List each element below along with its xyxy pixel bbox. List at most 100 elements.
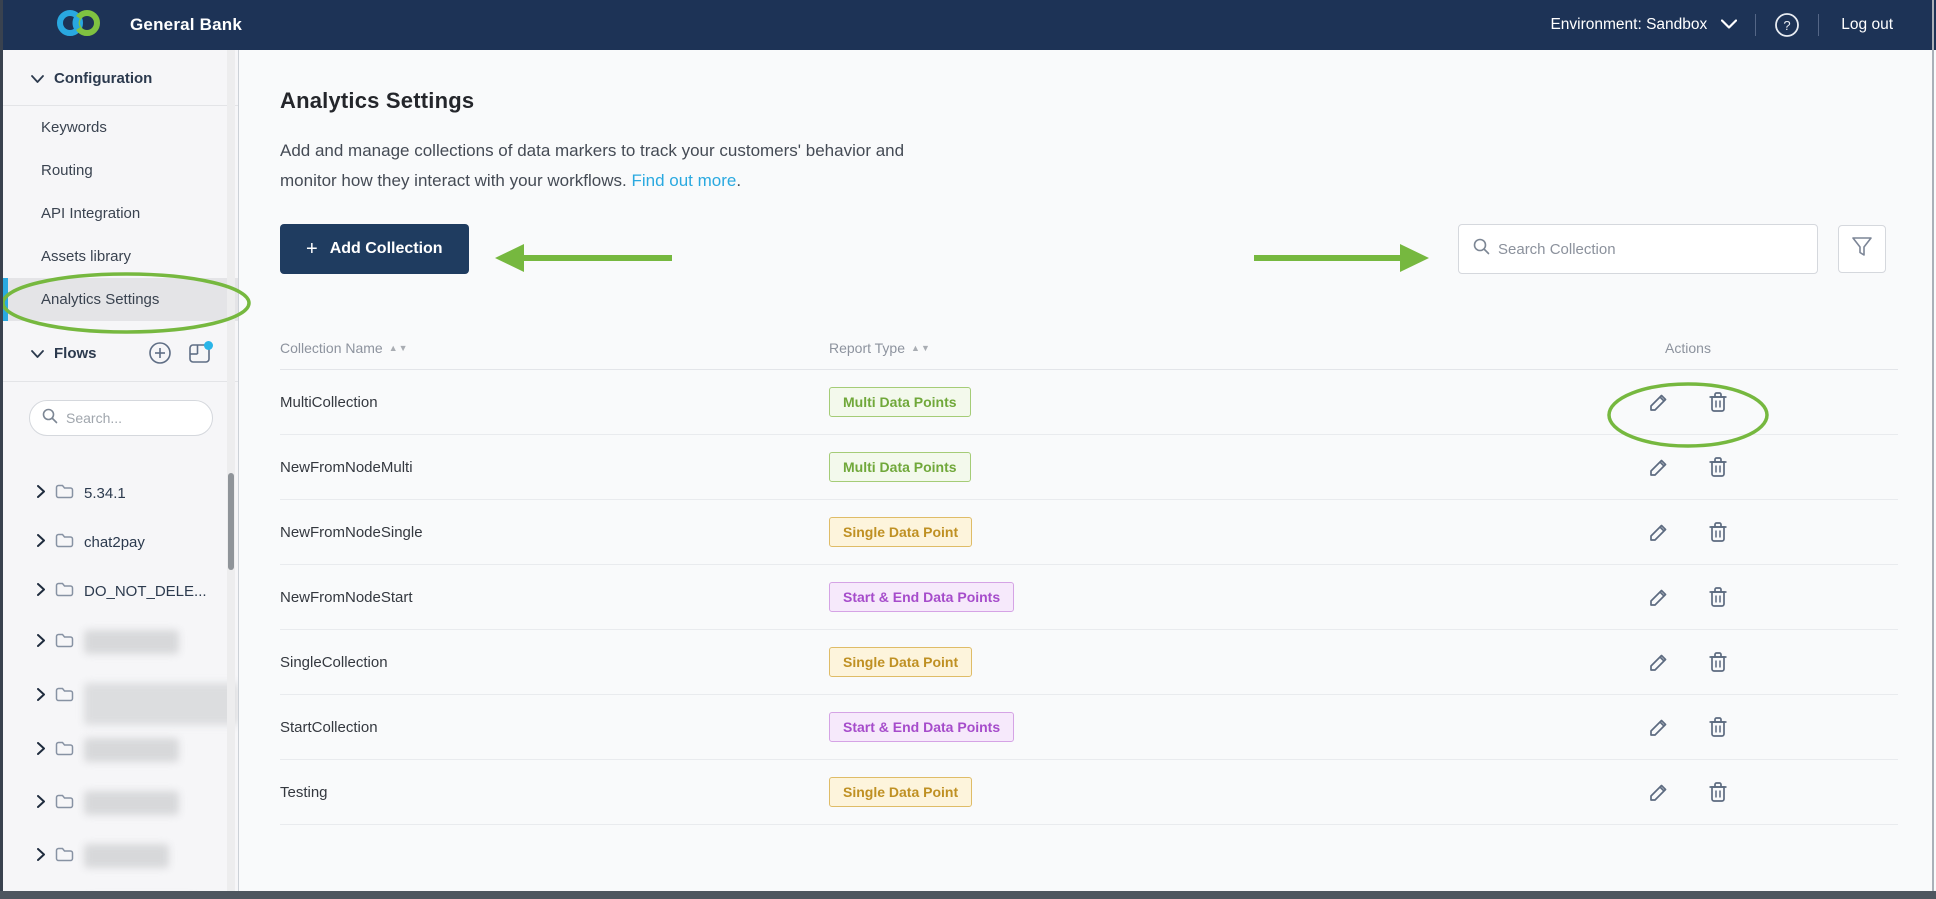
chevron-right-icon[interactable] [37, 741, 45, 759]
delete-icon[interactable] [1708, 521, 1728, 543]
edit-icon[interactable] [1648, 521, 1670, 543]
chevron-right-icon[interactable] [37, 484, 45, 502]
chevron-right-icon[interactable] [37, 633, 45, 651]
environment-selector[interactable]: Environment: Sandbox [1550, 16, 1738, 34]
plus-icon: + [306, 237, 318, 260]
flows-search-input[interactable] [66, 410, 186, 426]
flows-tree: 5.34.1 chat2pay DO_NOT_DELE... [3, 472, 238, 891]
app-window: General Bank Environment: Sandbox ? Log … [0, 0, 1936, 899]
chevron-right-icon[interactable] [37, 847, 45, 865]
help-icon[interactable]: ? [1774, 12, 1800, 38]
sort-icon[interactable]: ▲▼ [389, 343, 409, 353]
report-type-cell: Multi Data Points [829, 387, 1548, 417]
chevron-right-icon[interactable] [37, 582, 45, 600]
page-description: Add and manage collections of data marke… [280, 136, 1936, 196]
actions-cell [1548, 586, 1898, 608]
window-border-bottom [0, 891, 1936, 899]
actions-cell [1548, 781, 1898, 803]
find-out-more-link[interactable]: Find out more [631, 171, 736, 190]
flows-section-label: Flows [54, 344, 97, 362]
logout-button[interactable]: Log out [1837, 16, 1893, 34]
delete-icon[interactable] [1708, 586, 1728, 608]
flow-folder-row-redacted[interactable] [3, 780, 238, 826]
folder-icon [55, 532, 74, 552]
edit-icon[interactable] [1648, 391, 1670, 413]
filter-button[interactable] [1838, 225, 1886, 273]
chevron-right-icon[interactable] [37, 687, 45, 705]
flow-folder-row-redacted[interactable] [3, 619, 238, 665]
chevron-right-icon[interactable] [37, 794, 45, 812]
window-border-right [1932, 0, 1934, 899]
flow-folder-row-redacted[interactable] [3, 727, 238, 773]
delete-icon[interactable] [1708, 781, 1728, 803]
flows-section-header[interactable]: Flows [3, 321, 238, 382]
table-row-newfromnodestart: NewFromNodeStart Start & End Data Points [280, 565, 1898, 630]
filter-icon [1851, 236, 1873, 263]
collections-table: Collection Name ▲▼ Report Type ▲▼ Action… [280, 326, 1898, 825]
sidebar-scrollbar-thumb[interactable] [228, 473, 234, 570]
sidebar-item-analytics-settings[interactable]: Analytics Settings [3, 278, 238, 321]
chevron-right-icon[interactable] [37, 533, 45, 551]
window-border-left [0, 0, 3, 899]
delete-icon[interactable] [1708, 456, 1728, 478]
description-period: . [736, 171, 742, 190]
add-flow-icon[interactable] [148, 341, 172, 365]
flow-folder-row-chat2pay[interactable]: chat2pay [3, 521, 238, 563]
sort-icon[interactable]: ▲▼ [911, 343, 931, 353]
configuration-section-label: Configuration [54, 70, 153, 87]
table-row-newfromnodemulti: NewFromNodeMulti Multi Data Points [280, 435, 1898, 500]
edit-icon[interactable] [1648, 651, 1670, 673]
report-type-badge: Single Data Point [829, 517, 973, 547]
actions-cell [1548, 651, 1898, 673]
sidebar-item-keywords[interactable]: Keywords [3, 106, 238, 149]
collection-search-input[interactable] [1498, 240, 1803, 258]
search-icon [1473, 238, 1490, 260]
flow-folder-row-5-34-1[interactable]: 5.34.1 [3, 472, 238, 514]
collection-search[interactable] [1458, 224, 1818, 274]
delete-icon[interactable] [1708, 391, 1728, 413]
table-body: MultiCollection Multi Data Points NewFromN… [280, 370, 1898, 825]
report-type-cell: Single Data Point [829, 517, 1548, 547]
edit-icon[interactable] [1648, 456, 1670, 478]
folder-icon [55, 483, 74, 503]
flow-folder-row-redacted[interactable] [3, 833, 238, 879]
flow-templates-icon[interactable] [188, 341, 214, 365]
description-line2: monitor how they interact with your work… [280, 171, 632, 190]
delete-icon[interactable] [1708, 716, 1728, 738]
flows-toolbar [148, 341, 214, 365]
top-navbar: General Bank Environment: Sandbox ? Log … [0, 0, 1936, 50]
report-type-badge: Multi Data Points [829, 387, 971, 417]
column-header-collection-name[interactable]: Collection Name ▲▼ [280, 340, 829, 356]
sidebar-item-api-integration[interactable]: API Integration [3, 192, 238, 235]
sidebar-scrollbar-track[interactable] [227, 50, 235, 891]
folder-label-redacted [84, 844, 169, 868]
edit-icon[interactable] [1648, 586, 1670, 608]
flow-folder-row-redacted[interactable] [3, 672, 238, 725]
sidebar-item-assets-library[interactable]: Assets library [3, 235, 238, 278]
folder-label-redacted [84, 630, 179, 654]
navbar-left: General Bank [56, 6, 242, 45]
edit-icon[interactable] [1648, 716, 1670, 738]
flow-folder-row-do-not-dele[interactable]: DO_NOT_DELE... [3, 570, 238, 612]
main-content: Analytics Settings Add and manage collec… [240, 50, 1936, 891]
actions-cell [1548, 521, 1898, 543]
column-header-report-type[interactable]: Report Type ▲▼ [829, 340, 1548, 356]
folder-label: 5.34.1 [84, 484, 126, 502]
delete-icon[interactable] [1708, 651, 1728, 673]
folder-icon [55, 793, 74, 813]
report-type-badge: Single Data Point [829, 647, 973, 677]
search-icon [42, 408, 58, 429]
column-label: Report Type [829, 339, 906, 356]
flows-search[interactable] [29, 400, 213, 436]
folder-label-redacted [84, 683, 238, 725]
sidebar-item-routing[interactable]: Routing [3, 149, 238, 192]
sidebar: Configuration Keywords Routing API Integra… [3, 50, 239, 891]
report-type-cell: Start & End Data Points [829, 712, 1548, 742]
actions-cell [1548, 716, 1898, 738]
svg-text:?: ? [1784, 18, 1791, 33]
configuration-menu: Keywords Routing API Integration Assets lib… [3, 106, 238, 321]
configuration-section-header[interactable]: Configuration [3, 50, 238, 106]
edit-icon[interactable] [1648, 781, 1670, 803]
column-label: Actions [1665, 339, 1711, 356]
add-collection-button[interactable]: + Add Collection [280, 224, 469, 274]
